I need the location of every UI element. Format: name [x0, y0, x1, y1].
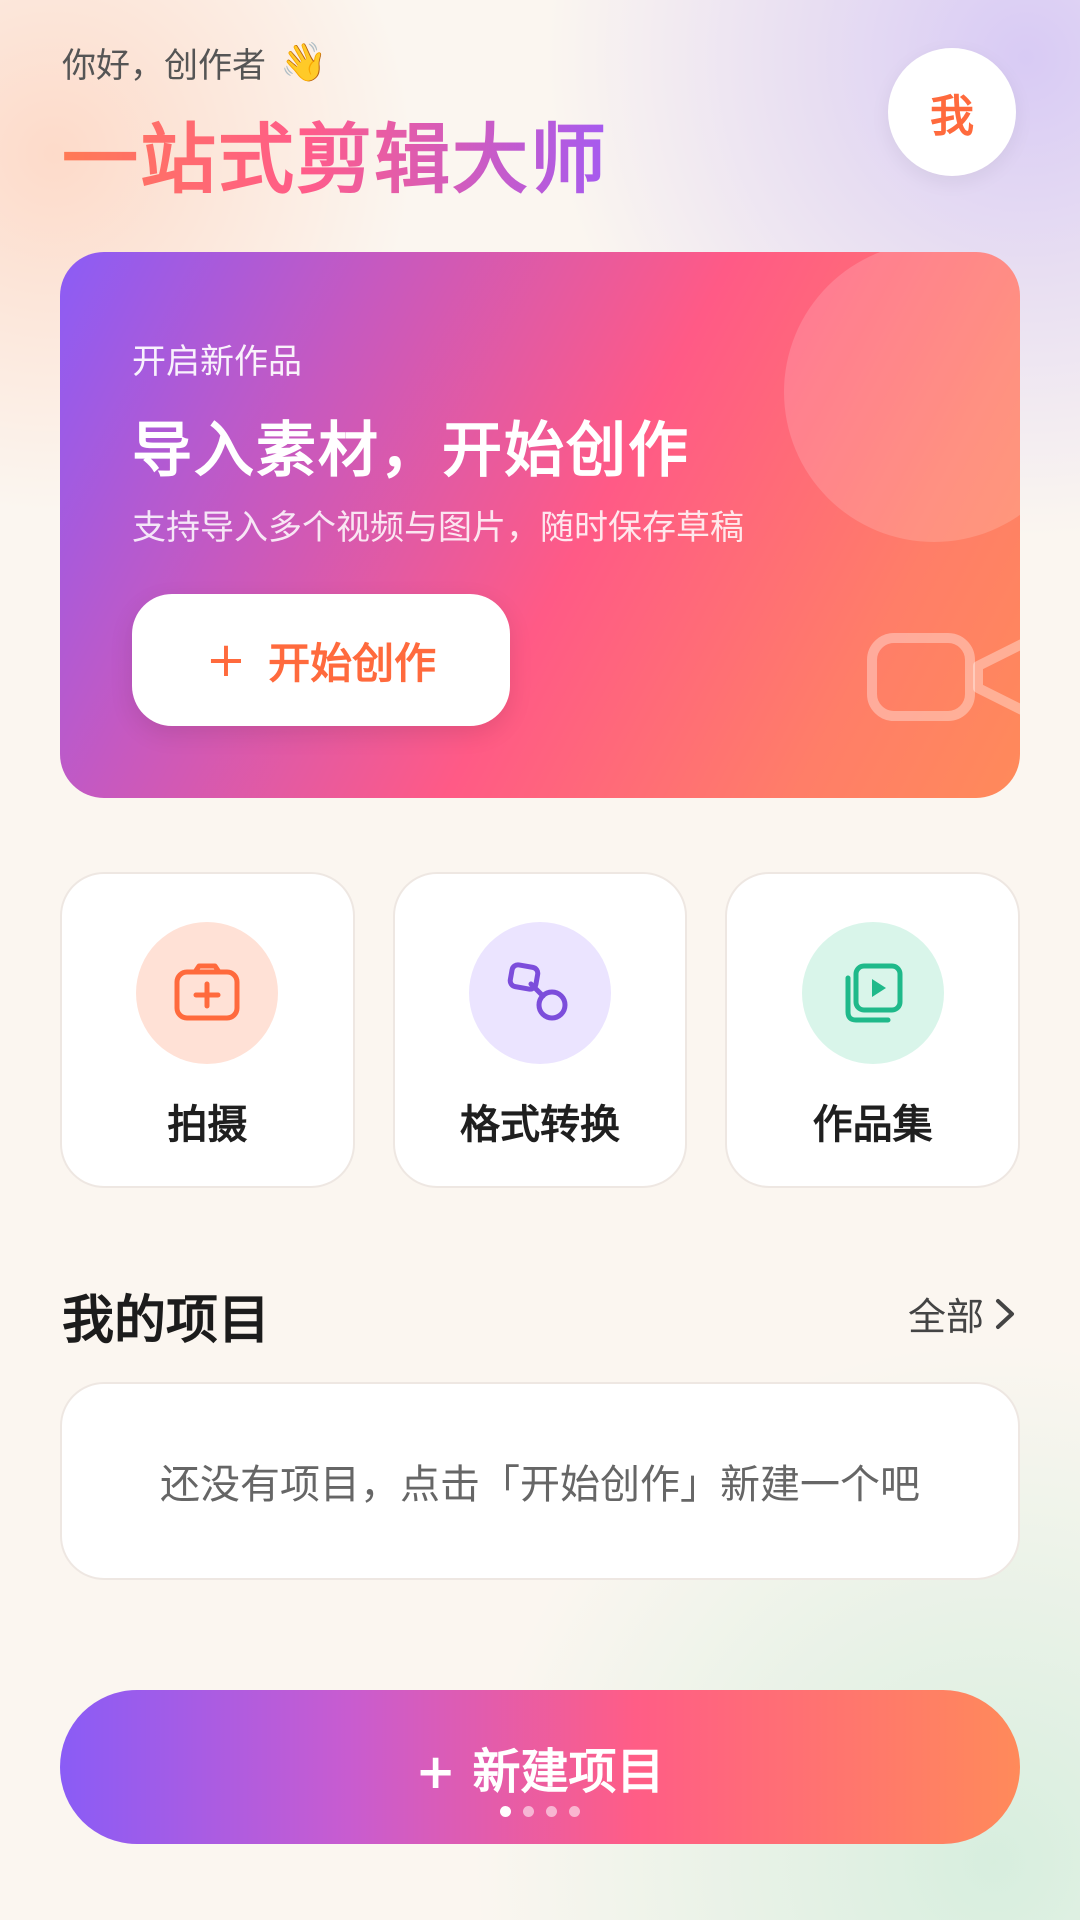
page-dot	[546, 1806, 557, 1817]
home-screen: 你好，创作者 👋 一站式剪辑大师 我 开启新作品 导入素材，开始创作 支持导入多…	[0, 0, 1080, 1920]
empty-projects-card: 还没有项目，点击「开始创作」新建一个吧	[60, 1382, 1020, 1580]
camera-plus-icon	[136, 922, 279, 1064]
quick-action-label: 拍摄	[167, 1102, 248, 1148]
hero-subtitle: 开启新作品	[132, 342, 302, 382]
chevron-right-icon	[996, 1298, 1014, 1329]
video-camera-icon	[867, 633, 1020, 721]
quick-actions: 拍摄 格式转换 作品集	[60, 872, 1021, 1188]
waving-hand-icon: 👋	[280, 40, 328, 84]
media-library-icon	[801, 922, 944, 1064]
empty-projects-text: 还没有项目，点击「开始创作」新建一个吧	[160, 1462, 920, 1508]
greeting-text: 你好，创作者	[62, 46, 266, 86]
hero-description: 支持导入多个视频与图片，随时保存草稿	[132, 508, 744, 548]
page-dot	[569, 1806, 580, 1817]
profile-avatar-button[interactable]: 我	[888, 48, 1016, 176]
app-title: 一站式剪辑大师	[62, 98, 608, 208]
my-projects-title: 我的项目	[62, 1291, 271, 1351]
quick-action-label: 格式转换	[460, 1102, 620, 1148]
quick-action-label: 作品集	[812, 1102, 933, 1148]
greeting: 你好，创作者 👋	[62, 38, 327, 87]
convert-link-icon	[469, 922, 611, 1064]
start-creating-label: 开始创作	[268, 638, 437, 688]
page-dot	[523, 1806, 534, 1817]
new-project-button[interactable]: + 新建项目	[60, 1690, 1020, 1844]
start-creating-button[interactable]: + 开始创作	[132, 594, 510, 726]
hero-title: 导入素材，开始创作	[132, 416, 690, 486]
quick-action-portfolio[interactable]: 作品集	[725, 872, 1021, 1188]
page-dot	[500, 1806, 511, 1817]
view-all-projects-link[interactable]: 全部	[908, 1286, 1016, 1341]
quick-action-convert[interactable]: 格式转换	[392, 872, 688, 1188]
hero-decor-circle	[784, 252, 1020, 542]
plus-icon: +	[205, 632, 247, 688]
page-indicator	[0, 1806, 1080, 1817]
quick-action-shoot[interactable]: 拍摄	[60, 872, 355, 1188]
view-all-label: 全部	[907, 1295, 984, 1339]
hero-card: 开启新作品 导入素材，开始创作 支持导入多个视频与图片，随时保存草稿 + 开始创…	[60, 252, 1020, 798]
